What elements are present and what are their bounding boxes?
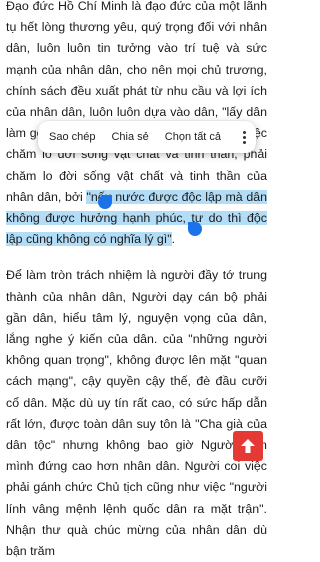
selection-start-handle[interactable] — [98, 195, 112, 209]
text-selection-menu: Sao chép Chia sẻ Chọn tất cả — [38, 121, 256, 153]
scroll-to-top-button[interactable] — [233, 431, 263, 461]
paragraph-text: Đạo đức Hồ Chí Minh là đạo đức của một l… — [6, 0, 267, 204]
article-body: Đạo đức Hồ Chí Minh là đạo đức của một l… — [6, 0, 268, 562]
article-paragraph-2: Để làm tròn trách nhiệm là người đầy tớ … — [6, 268, 267, 559]
arrow-up-icon — [241, 439, 255, 453]
paragraph-text-end: . — [171, 232, 176, 247]
select-all-button[interactable]: Chọn tất cả — [157, 131, 229, 143]
copy-button[interactable]: Sao chép — [38, 131, 103, 143]
selection-end-handle[interactable] — [188, 222, 202, 236]
more-vert-icon[interactable] — [232, 121, 256, 153]
share-button[interactable]: Chia sẻ — [103, 131, 156, 143]
